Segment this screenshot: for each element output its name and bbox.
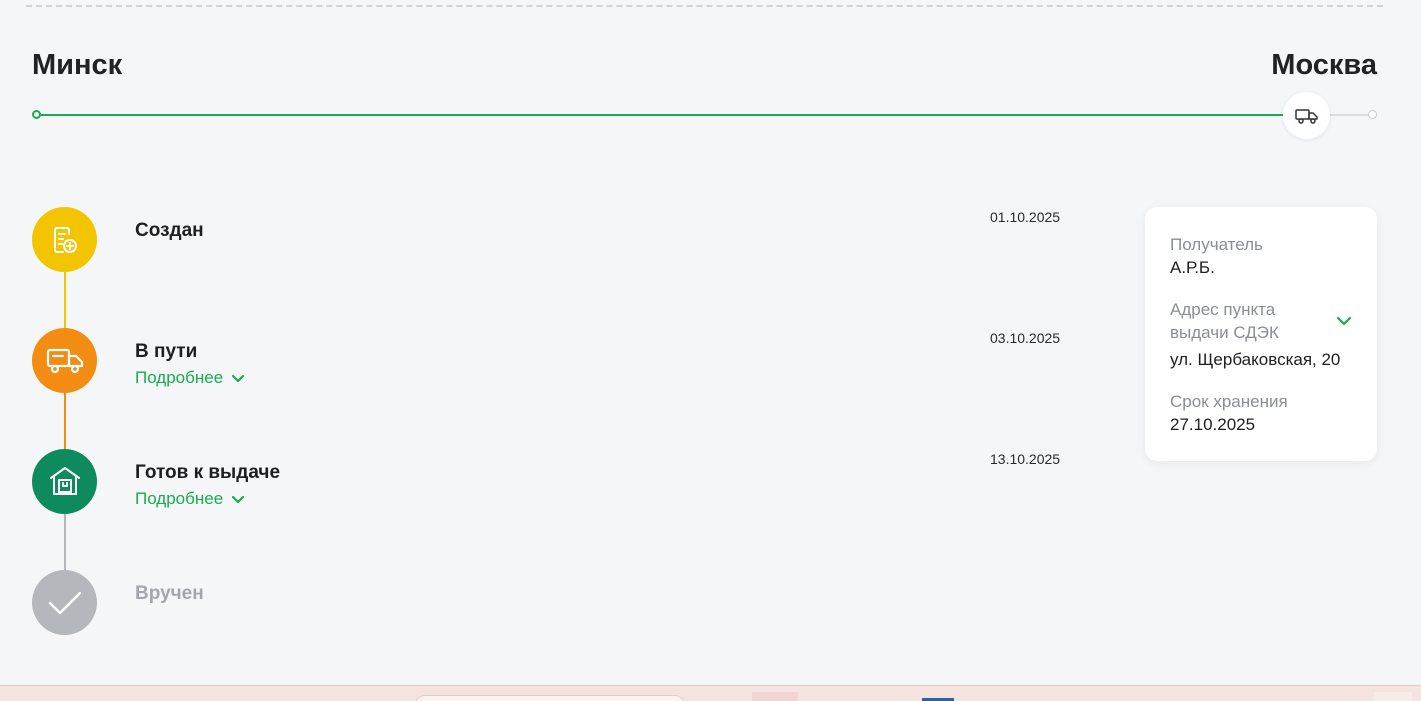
truck-icon xyxy=(46,348,83,373)
taskbar-tray-icon[interactable] xyxy=(1374,692,1412,701)
taskbar-app-icon[interactable] xyxy=(752,692,798,701)
recipient-block: Получатель А.Р.Б. xyxy=(1170,233,1352,279)
storage-value: 27.10.2025 xyxy=(1170,415,1256,434)
step-badge xyxy=(32,449,97,514)
route-progress xyxy=(32,90,1382,140)
taskbar-search-box[interactable] xyxy=(415,695,685,701)
route-start-dot xyxy=(32,110,41,119)
step-details-toggle[interactable]: Подробнее xyxy=(135,368,245,388)
os-taskbar xyxy=(0,685,1421,701)
step-title: В пути xyxy=(135,341,198,362)
checkmark-icon xyxy=(48,591,81,614)
pickup-address-label: Адрес пункта выдачи СДЭК xyxy=(1170,300,1279,342)
timeline-step-delivered: Вручен xyxy=(32,570,1072,636)
chevron-down-icon xyxy=(1336,316,1352,326)
chevron-down-icon xyxy=(232,495,245,503)
warehouse-icon xyxy=(49,466,80,495)
recipient-label: Получатель xyxy=(1170,235,1263,254)
recipient-value: А.Р.Б. xyxy=(1170,258,1215,277)
step-date: 01.10.2025 xyxy=(990,209,1061,225)
step-badge xyxy=(32,570,97,635)
timeline-connector xyxy=(64,509,66,575)
route-truck-marker xyxy=(1283,92,1330,139)
truck-icon xyxy=(1294,108,1318,124)
step-date: 03.10.2025 xyxy=(990,330,1061,346)
details-link-label: Подробнее xyxy=(135,368,224,387)
step-title: Создан xyxy=(135,220,204,241)
pickup-address-block: Адрес пункта выдачи СДЭК ул. Щербаковска… xyxy=(1170,298,1352,371)
delivery-info-card: Получатель А.Р.Б. Адрес пункта выдачи СД… xyxy=(1145,207,1377,461)
pickup-address-toggle[interactable]: Адрес пункта выдачи СДЭК xyxy=(1170,298,1352,344)
step-title: Вручен xyxy=(135,583,204,604)
timeline-step-in-transit: В пути Подробнее 03.10.2025 xyxy=(32,328,1072,394)
step-badge xyxy=(32,328,97,393)
route-end-dot xyxy=(1368,110,1377,119)
destination-city: Москва xyxy=(1271,49,1377,81)
details-link-label: Подробнее xyxy=(135,489,224,508)
status-timeline: Создан 01.10.2025 В пути Подробнее 03.10… xyxy=(32,207,1072,647)
document-plus-icon xyxy=(53,226,77,253)
top-divider xyxy=(26,5,1383,7)
step-details-toggle[interactable]: Подробнее xyxy=(135,489,245,509)
storage-block: Срок хранения 27.10.2025 xyxy=(1170,390,1352,436)
step-date: 13.10.2025 xyxy=(990,451,1061,467)
storage-label: Срок хранения xyxy=(1170,392,1288,411)
timeline-step-created: Создан 01.10.2025 xyxy=(32,207,1072,273)
chevron-down-icon xyxy=(232,374,245,382)
pickup-address-value: ул. Щербаковская, 20 xyxy=(1170,350,1341,369)
origin-city: Минск xyxy=(32,49,123,81)
timeline-connector xyxy=(64,388,66,454)
route-progress-line xyxy=(36,114,1286,116)
timeline-step-ready: Готов к выдаче Подробнее 13.10.2025 xyxy=(32,449,1072,515)
timeline-connector xyxy=(64,267,66,333)
step-title: Готов к выдаче xyxy=(135,462,281,483)
step-badge xyxy=(32,207,97,272)
